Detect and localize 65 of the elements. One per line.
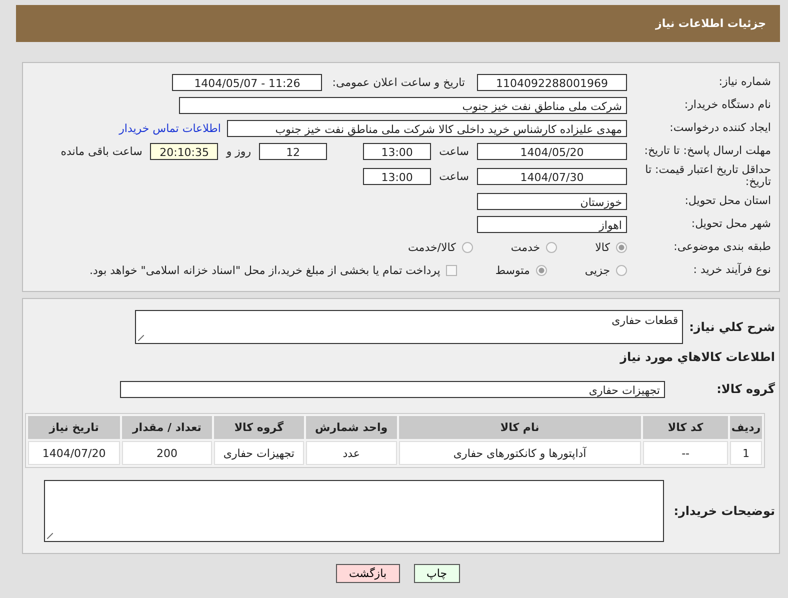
radio-label: متوسط [494,264,531,277]
time-label: ساعت [438,170,470,183]
description-field: قطعات حفاری [135,310,684,344]
print-button[interactable]: چاپ [414,564,460,584]
field-label: تاریخ و ساعت اعلان عمومی: [331,76,466,88]
field-label: نام دستگاه خریدار: [683,98,772,112]
column-header: واحد شمارش [306,416,397,440]
field-label: مهلت ارسال پاسخ: تا تاریخ: [643,144,772,158]
page-title: جزئیات اطلاعات نیاز [656,17,766,30]
radio-button[interactable] [616,242,627,253]
buyer-contact-link[interactable]: اطلاعات تماس خریدار [119,122,221,134]
table-cell: 1 [730,441,762,466]
radio-label: کالا/خدمت [407,240,457,254]
need-number-field: 1104092288001969 [477,74,627,90]
radio-label: خدمت [510,240,542,254]
column-header: ردیف [730,416,762,440]
table-cell: تجهیزات حفاری [214,441,304,466]
column-header: کد کالا [643,416,728,440]
resize-grip-icon [138,335,144,342]
column-header: تعداد / مقدار [122,416,212,440]
field-label: توضیحات خریدار: [674,504,776,518]
table-cell: -- [643,441,728,466]
field-label: نوع فرآیند خرید : [692,264,772,276]
buyer-org-field: شرکت ملی مناطق نفت خیز جنوب [179,96,627,114]
field-label: شهر محل تحویل: [690,218,772,230]
radio-label: جزیی [584,264,611,277]
field-label: شرح کلي نياز: [689,320,776,334]
field-label: شماره نیاز: [718,76,772,88]
field-label: حداقل تاریخ اعتبار قیمت: تا تاریخ: [644,164,772,188]
announce-date-field: 1404/05/07 - 11:26 [172,74,322,90]
table-cell: عدد [306,441,397,466]
deadline-date-field: 1404/05/20 [477,142,627,160]
table-cell: 1404/07/20 [28,441,120,466]
buyer-notes-field[interactable] [44,480,664,542]
table-cell: آداپتورها و کانکتورهای حفاری [398,441,642,466]
days-field: 12 [259,142,328,160]
field-label: استان محل تحویل: [684,195,772,208]
remaining-time-field: 20:10:35 [150,142,218,160]
column-header: تاریخ نیاز [28,416,120,440]
radio-label: کالا [594,240,611,254]
time-label: ساعت [438,144,470,158]
radio-button[interactable] [546,242,558,253]
checkbox[interactable] [446,264,458,276]
table-cell: 200 [122,441,212,466]
goods-group-field: تجهیزات حفاری [120,380,665,398]
validity-date-field: 1404/07/30 [477,168,627,185]
checkbox-label: پرداخت تمام یا بخشی از مبلغ خرید،از محل "اسناد خزانه اسلامی" خواهد بود. [88,264,442,277]
field-label: ایجاد کننده درخواست: [668,122,772,134]
creator-field: مهدی علیزاده کارشناس خرید داخلی کالا شرکت ملی مناطق نفت خیز جنوب [227,120,627,136]
back-button[interactable]: بازگشت [336,564,400,584]
radio-button[interactable] [462,242,473,253]
section-title: اطلاعات کالاهاي مورد نياز [620,350,776,364]
column-header: گروه کالا [214,416,304,440]
days-label: روز و [224,144,252,158]
resize-grip-icon [46,533,53,540]
remaining-label: ساعت باقی مانده [60,144,144,158]
radio-button[interactable] [536,264,547,276]
city-field: اهواز [477,216,627,233]
province-field: خوزستان [477,192,627,210]
radio-button[interactable] [616,264,627,276]
validity-time-field: 13:00 [363,168,432,185]
field-label: طبقه بندی موضوعی: [672,241,772,254]
column-header: نام کالا [398,416,642,440]
deadline-time-field: 13:00 [363,142,432,160]
field-label: گروه کالا: [716,382,776,396]
